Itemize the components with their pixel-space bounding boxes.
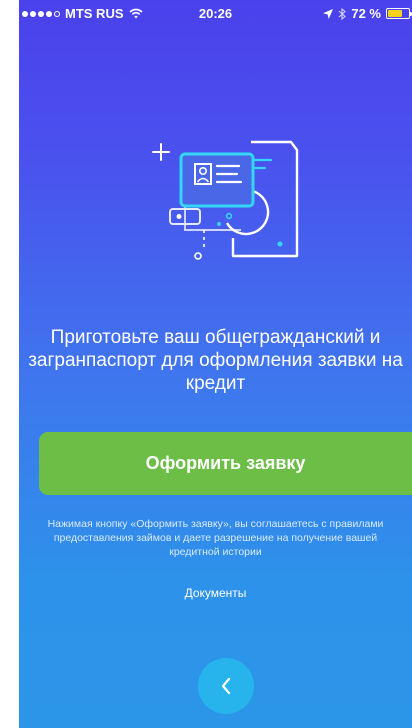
location-arrow-icon — [323, 8, 334, 19]
submit-application-button[interactable]: Оформить заявку — [39, 432, 412, 495]
documents-link[interactable]: Документы — [19, 586, 412, 600]
battery-percent: 72 % — [351, 6, 381, 21]
status-bar: MTS RUS 20:26 72 % — [19, 0, 412, 26]
app-screen: MTS RUS 20:26 72 % Приготовьте ваш общег… — [19, 0, 412, 728]
back-button[interactable] — [198, 658, 254, 714]
battery-icon — [386, 8, 412, 19]
battery-fill — [388, 10, 403, 17]
page-heading: Приготовьте ваш общегражданский и загран… — [28, 327, 403, 394]
chevron-left-icon — [221, 677, 231, 695]
bluetooth-icon — [338, 7, 347, 20]
passport-document-icon — [152, 140, 299, 260]
status-right: 72 % — [323, 6, 412, 21]
consent-disclaimer: Нажимая кнопку «Оформить заявку», вы сог… — [47, 518, 384, 558]
